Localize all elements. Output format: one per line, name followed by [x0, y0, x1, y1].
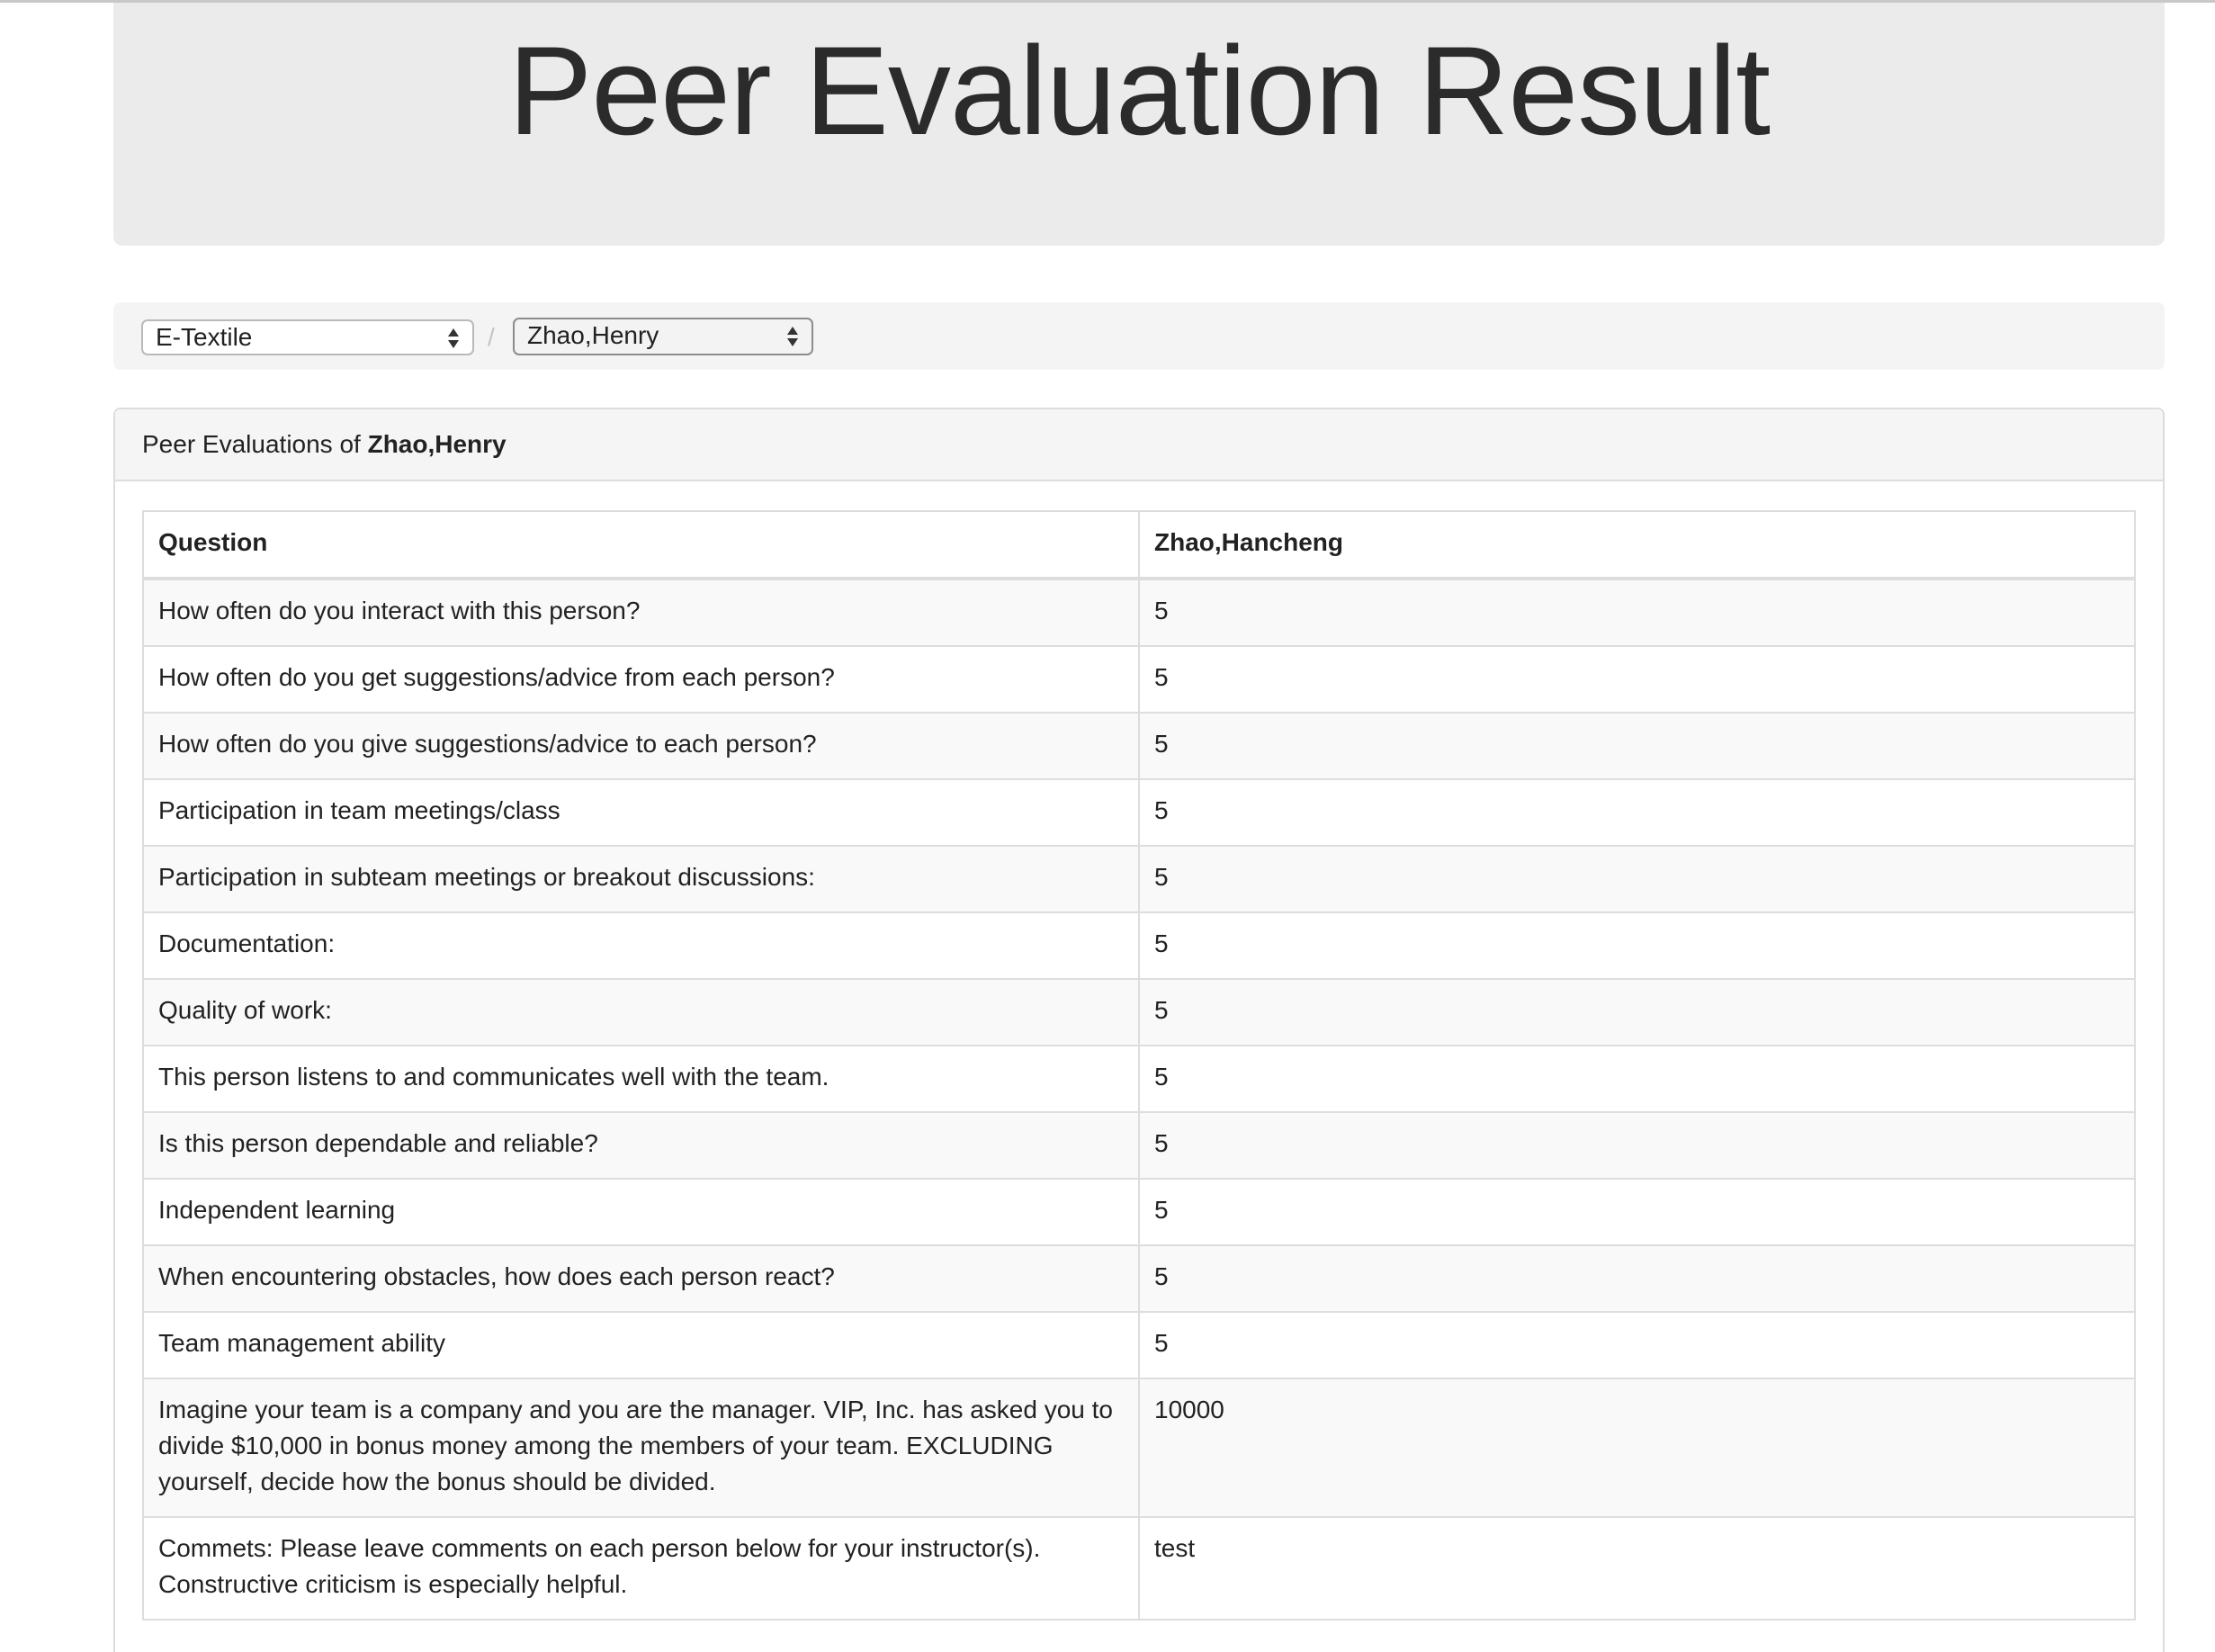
- header-banner: Peer Evaluation Result: [113, 3, 2165, 246]
- course-select-value: E-Textile: [156, 323, 253, 351]
- table-row: This person listens to and communicates …: [142, 1045, 2136, 1113]
- answer-cell: 5: [1138, 712, 2136, 780]
- answer-cell: 5: [1138, 978, 2136, 1046]
- question-cell: How often do you give suggestions/advice…: [142, 712, 1140, 780]
- question-cell: Commets: Please leave comments on each p…: [142, 1516, 1140, 1621]
- column-header-question: Question: [142, 510, 1140, 580]
- breadcrumb-separator: /: [488, 323, 495, 351]
- answer-cell: 10000: [1138, 1378, 2136, 1518]
- question-cell: Team management ability: [142, 1311, 1140, 1379]
- answer-cell: test: [1138, 1516, 2136, 1621]
- question-cell: How often do you get suggestions/advice …: [142, 645, 1140, 714]
- answer-cell: 5: [1138, 911, 2136, 980]
- question-cell: Quality of work:: [142, 978, 1140, 1046]
- answer-cell: 5: [1138, 578, 2136, 647]
- page-title: Peer Evaluation Result: [507, 20, 1771, 161]
- table-row: Quality of work: 5: [142, 978, 2136, 1046]
- table-row: Is this person dependable and reliable? …: [142, 1111, 2136, 1180]
- course-select[interactable]: E-Textile: [141, 319, 474, 355]
- table-row: Independent learning 5: [142, 1178, 2136, 1246]
- student-select-value: Zhao,Henry: [527, 321, 659, 349]
- panel-heading-name: Zhao,Henry: [367, 430, 507, 458]
- table-row: Commets: Please leave comments on each p…: [142, 1516, 2136, 1621]
- table-row: Imagine your team is a company and you a…: [142, 1378, 2136, 1518]
- breadcrumb: E-Textile / Zhao,Henry: [113, 302, 2165, 370]
- question-cell: This person listens to and communicates …: [142, 1045, 1140, 1113]
- question-cell: When encountering obstacles, how does ea…: [142, 1244, 1140, 1313]
- question-cell: Independent learning: [142, 1178, 1140, 1246]
- question-cell: Imagine your team is a company and you a…: [142, 1378, 1140, 1518]
- table-row: How often do you give suggestions/advice…: [142, 712, 2136, 780]
- table-row: When encountering obstacles, how does ea…: [142, 1244, 2136, 1313]
- question-cell: Is this person dependable and reliable?: [142, 1111, 1140, 1180]
- answer-cell: 5: [1138, 845, 2136, 913]
- table-row: Documentation: 5: [142, 911, 2136, 980]
- answer-cell: 5: [1138, 1111, 2136, 1180]
- page: Peer Evaluation Result E-Textile / Zhao,…: [0, 0, 2215, 1652]
- answer-cell: 5: [1138, 645, 2136, 714]
- table-row: Participation in subteam meetings or bre…: [142, 845, 2136, 913]
- select-arrows-icon: [786, 324, 799, 349]
- panel-heading: Peer Evaluations of Zhao,Henry: [115, 409, 2163, 481]
- answer-cell: 5: [1138, 1045, 2136, 1113]
- student-select[interactable]: Zhao,Henry: [513, 318, 813, 355]
- table-row: How often do you get suggestions/advice …: [142, 645, 2136, 714]
- answer-cell: 5: [1138, 1178, 2136, 1246]
- panel-heading-prefix: Peer Evaluations of: [142, 430, 368, 458]
- table-row: Participation in team meetings/class 5: [142, 778, 2136, 847]
- question-cell: How often do you interact with this pers…: [142, 578, 1140, 647]
- evaluation-table: Question Zhao,Hancheng How often do you …: [142, 510, 2136, 1621]
- answer-cell: 5: [1138, 1244, 2136, 1313]
- question-cell: Documentation:: [142, 911, 1140, 980]
- table-header-row: Question Zhao,Hancheng: [142, 510, 2136, 580]
- column-header-evaluator: Zhao,Hancheng: [1138, 510, 2136, 580]
- evaluation-panel: Peer Evaluations of Zhao,Henry Question …: [113, 408, 2165, 1652]
- table-row: How often do you interact with this pers…: [142, 578, 2136, 647]
- select-arrows-icon: [447, 326, 460, 351]
- table-row: Team management ability 5: [142, 1311, 2136, 1379]
- question-cell: Participation in subteam meetings or bre…: [142, 845, 1140, 913]
- answer-cell: 5: [1138, 778, 2136, 847]
- answer-cell: 5: [1138, 1311, 2136, 1379]
- question-cell: Participation in team meetings/class: [142, 778, 1140, 847]
